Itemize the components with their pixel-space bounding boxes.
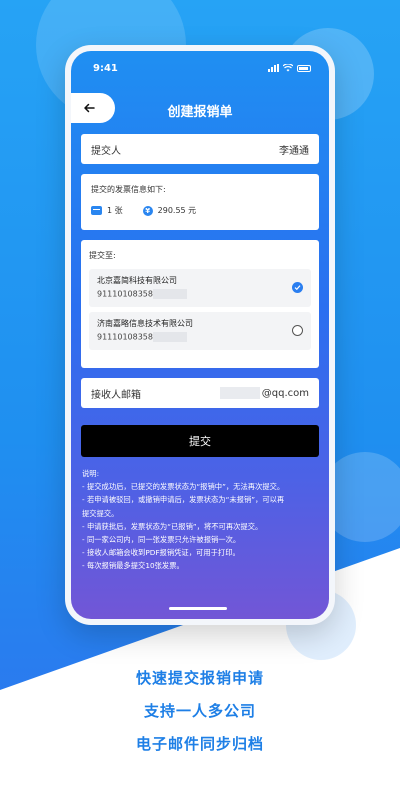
notes-line: - 同一家公司内，同一张发票只允许被报销一次。 [82, 535, 241, 545]
notes-line: - 接收人邮箱会收到PDF报销凭证，可用于打印。 [82, 548, 240, 558]
signal-icon [268, 64, 279, 72]
company-tax-code: 91110108358 [97, 289, 303, 299]
battery-icon [297, 64, 311, 72]
notes-title: 说明: [82, 469, 100, 478]
notes-line: - 提交成功后，已提交的发票状态为“报销中”，无法再次提交。 [82, 482, 285, 492]
masked-region [153, 289, 187, 299]
notes-line: - 若申请被驳回，或撤销申请后，发票状态为“未报销”，可以再 [82, 495, 285, 505]
tagline: 快速提交报销申请 [135, 669, 264, 687]
invoice-info-card: 提交的发票信息如下: 1 张 ¥ 290.55 元 [81, 174, 319, 230]
invoice-count: 1 张 [91, 205, 123, 216]
submit-to-card: 提交至: 北京嘉简科技有限公司 91110108358 济南嘉略信息技术有限公司… [81, 240, 319, 368]
email-field[interactable]: 接收人邮箱 @qq.com [81, 378, 319, 408]
company-name: 北京嘉简科技有限公司 [97, 276, 177, 285]
invoice-icon [91, 206, 102, 215]
email-suffix: @qq.com [261, 387, 309, 399]
company-option-1[interactable]: 北京嘉简科技有限公司 91110108358 [89, 269, 311, 307]
home-indicator [169, 607, 227, 610]
app-screen: 9:41 创建报销单 提交人 李通通 提交的发票信息如下: 1 张 ¥ 290.… [71, 51, 329, 619]
notes-section: 说明: - 提交成功后，已提交的发票状态为“报销中”，无法再次提交。 - 若申请… [82, 467, 319, 573]
submitter-value: 李通通 [279, 145, 309, 157]
promo-taglines: 快速提交报销申请 支持一人多公司 电子邮件同步归档 [0, 662, 400, 761]
notes-line: 提交提交。 [82, 508, 119, 518]
email-label: 接收人邮箱 [91, 389, 141, 401]
invoice-count-value: 1 张 [107, 206, 123, 215]
invoice-amount: ¥ 290.55 元 [142, 205, 197, 216]
status-icons [268, 64, 311, 72]
submit-button[interactable]: 提交 [81, 425, 319, 457]
company-tax-code: 91110108358 [97, 332, 303, 342]
invoice-info-label: 提交的发票信息如下: [91, 185, 166, 194]
wifi-icon [283, 64, 293, 72]
company-name: 济南嘉略信息技术有限公司 [97, 319, 193, 328]
masked-region [153, 332, 187, 342]
notes-line: - 申请获批后，发票状态为“已报销”，将不可再次提交。 [82, 521, 263, 531]
status-bar: 9:41 [93, 63, 311, 77]
phone-frame: 9:41 创建报销单 提交人 李通通 提交的发票信息如下: 1 张 ¥ 290.… [65, 45, 335, 625]
notes-line: - 每次报销最多提交10张发票。 [82, 561, 184, 571]
status-time: 9:41 [93, 63, 118, 74]
submit-to-label: 提交至: [89, 251, 116, 260]
submitter-row[interactable]: 提交人 李通通 [81, 134, 319, 164]
page-title: 创建报销单 [167, 105, 233, 120]
company-option-2[interactable]: 济南嘉略信息技术有限公司 91110108358 [89, 312, 311, 350]
invoice-amount-value: 290.55 元 [157, 206, 197, 215]
email-value[interactable]: @qq.com [219, 387, 309, 399]
tagline: 电子邮件同步归档 [135, 735, 264, 753]
masked-region [219, 387, 260, 399]
tagline: 支持一人多公司 [143, 702, 256, 720]
radio-checked-icon[interactable] [292, 282, 303, 293]
radio-unchecked-icon[interactable] [292, 325, 303, 336]
yen-icon: ¥ [142, 205, 153, 216]
submitter-label: 提交人 [91, 145, 121, 157]
